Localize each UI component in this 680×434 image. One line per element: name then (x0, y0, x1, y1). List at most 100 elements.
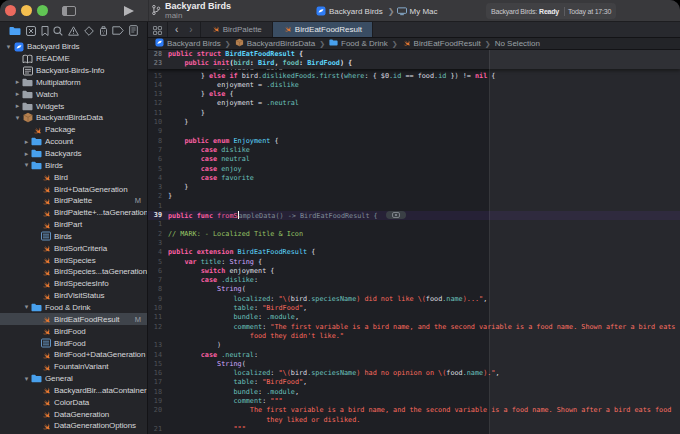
code-line[interactable]: 20 The first variable is a bird name, an… (148, 406, 680, 415)
code-line[interactable]: 2// MARK: - Localized Title & Icon (148, 230, 680, 239)
tree-item-birdfood-datageneration[interactable]: BirdFood+DataGeneration (0, 349, 147, 361)
tree-item-backyards[interactable]: ▸Backyards (0, 148, 147, 160)
navigator-report-icon[interactable] (129, 25, 138, 36)
navigator-warning-icon[interactable] (68, 26, 79, 36)
tree-item-bird-datageneration[interactable]: Bird+DataGeneration (0, 183, 147, 195)
code-line[interactable]: 14 enjoyment = .dislike (148, 81, 680, 90)
code-line[interactable]: 13 } else { (148, 90, 680, 99)
code-line[interactable]: 8 public enum Enjoyment { (148, 137, 680, 146)
scheme-device[interactable]: My Mac (410, 7, 438, 16)
tree-item-birdsortcriteria[interactable]: BirdSortCriteria (0, 242, 147, 254)
code-line[interactable]: 9 localized: "\(bird.speciesName) did no… (148, 295, 680, 304)
navigator-diamond-icon[interactable] (84, 26, 94, 36)
tree-item-birdvisitstatus[interactable]: BirdVisitStatus (0, 290, 147, 302)
navigator-tag-icon[interactable] (112, 26, 124, 35)
code-line[interactable]: 3 } (148, 183, 680, 192)
code-line[interactable]: 11 bundle: .module, (148, 313, 680, 322)
disclosure-chevron-icon[interactable]: ▾ (4, 43, 13, 51)
code-line[interactable]: 16 localized: "\(bird.speciesName) had n… (148, 369, 680, 378)
code-line[interactable]: 10 table: "BirdFood", (148, 304, 680, 313)
tree-item-birdspecies-tageneration[interactable]: BirdSpecies...taGeneration (0, 266, 147, 278)
navigator-xsquare-icon[interactable] (26, 26, 36, 36)
breadcrumb-item[interactable]: Backyard Birds (155, 38, 221, 49)
tree-item-package[interactable]: Package (0, 124, 147, 136)
code-line[interactable]: 3 (148, 239, 680, 248)
disclosure-chevron-icon[interactable]: ▾ (13, 114, 22, 122)
scheme-name[interactable]: Backyard Birds (329, 7, 383, 16)
code-line[interactable]: 14 case .neutral: (148, 351, 680, 360)
navigator-folder-icon[interactable] (9, 26, 21, 36)
tree-item-colordata[interactable]: ColorData (0, 396, 147, 408)
sidebar-toggle-icon[interactable] (62, 6, 76, 16)
code-line[interactable]: 1 (148, 220, 680, 229)
code-line[interactable]: 19 comment: """ (148, 397, 680, 406)
editor-tab-birdpalette[interactable]: BirdPalette (201, 22, 273, 37)
scheme-selector[interactable]: Backyard Birds ❯ My Mac (316, 0, 441, 22)
code-line[interactable]: 8 String( (148, 285, 680, 294)
code-line[interactable]: 28public struct BirdEatFoodResult { (148, 50, 680, 59)
code-line[interactable]: 15 String( (148, 360, 680, 369)
code-line[interactable]: 18 bundle: .module, (148, 388, 680, 397)
tree-item-birdeatfoodresult[interactable]: BirdEatFoodResultM (0, 313, 147, 325)
minimize-button[interactable] (21, 5, 32, 16)
code-line[interactable]: 7 case dislike (148, 146, 680, 155)
tree-item-birdpart[interactable]: BirdPart (0, 219, 147, 231)
tree-item-watch[interactable]: ▸Watch (0, 88, 147, 100)
code-line[interactable]: 21 """ (148, 425, 680, 434)
breadcrumb-item[interactable]: BackyardBirdsData (235, 38, 315, 49)
disclosure-chevron-icon[interactable]: ▸ (13, 102, 22, 110)
code-line[interactable]: 11 } (148, 109, 680, 118)
tree-item-bird[interactable]: Bird (0, 171, 147, 183)
tree-item-datageneration[interactable]: DataGeneration (0, 408, 147, 420)
code-line[interactable]: 12 enjoyment = .neutral (148, 99, 680, 108)
code-line[interactable]: 5 var title: String { (148, 258, 680, 267)
disclosure-chevron-icon[interactable]: ▾ (22, 303, 31, 311)
disclosure-chevron-icon[interactable]: ▸ (13, 78, 22, 86)
code-line[interactable]: 9 (148, 127, 680, 136)
tree-item-backyard-birds[interactable]: ▾Backyard Birds (0, 41, 147, 53)
code-line[interactable]: they liked or disliked. (148, 416, 680, 425)
code-line[interactable]: 7 case .dislike: (148, 276, 680, 285)
code-line[interactable]: 13 ) (148, 341, 680, 350)
back-icon[interactable]: ‹ (175, 24, 178, 35)
code-line[interactable]: 15 } else if bird.dislikedFoods.first(wh… (148, 72, 680, 81)
navigator-search-icon[interactable] (53, 26, 63, 36)
code-line[interactable]: 10 } (148, 118, 680, 127)
code-line[interactable]: 1 (148, 202, 680, 211)
tree-item-food-drink[interactable]: ▾Food & Drink (0, 302, 147, 314)
navigator-bookmark-icon[interactable] (41, 26, 49, 36)
tree-item-backyardbirdsdata[interactable]: ▾BackyardBirdsData (0, 112, 147, 124)
tree-item-backyardbir-atacontainer[interactable]: BackyardBir...ataContainer (0, 384, 147, 396)
tree-item-general[interactable]: ▾General (0, 373, 147, 385)
code-line[interactable]: 2} (148, 192, 680, 201)
run-button[interactable] (124, 6, 134, 16)
code-line[interactable]: 17 table: "BirdFood", (148, 378, 680, 387)
tree-item-birdpalette-tageneration[interactable]: BirdPalette+...taGeneration (0, 207, 147, 219)
close-button[interactable] (5, 5, 16, 16)
tree-item-readme[interactable]: README (0, 53, 147, 65)
editor-tab-birdeatfoodresult[interactable]: BirdEatFoodResult (273, 22, 373, 37)
tree-item-datagenerationoptions[interactable]: DataGenerationOptions (0, 420, 147, 432)
navigator-spray-icon[interactable] (99, 25, 108, 36)
code-line[interactable]: food they didn't like." (148, 332, 680, 341)
tree-item-birdspecies[interactable]: BirdSpecies (0, 254, 147, 266)
code-line[interactable]: 23 public init(bird: Bird, food: BirdFoo… (148, 59, 680, 68)
zoom-button[interactable] (37, 5, 48, 16)
code-line[interactable]: 5 case enjoy (148, 165, 680, 174)
forward-icon[interactable]: › (189, 24, 192, 35)
code-line[interactable]: 6 switch enjoyment { (148, 267, 680, 276)
code-line[interactable]: 4public extension BirdEatFoodResult { (148, 248, 680, 257)
tree-item-birdspeciesinfo[interactable]: BirdSpeciesInfo (0, 278, 147, 290)
tree-item-birds[interactable]: ▾Birds (0, 159, 147, 171)
disclosure-chevron-icon[interactable]: ▸ (22, 150, 31, 158)
completion-hint-pill[interactable] (386, 211, 406, 219)
tree-item-birds[interactable]: Birds (0, 231, 147, 243)
tree-item-fountainvariant[interactable]: FountainVariant (0, 361, 147, 373)
disclosure-chevron-icon[interactable]: ▸ (13, 90, 22, 98)
breadcrumb-item[interactable]: No Selection (495, 39, 540, 48)
tree-item-multiplatform[interactable]: ▸Multiplatform (0, 77, 147, 89)
code-line[interactable]: 39public func fromSampleData() -> BirdEa… (148, 211, 680, 220)
tree-item-birdfood[interactable]: BirdFood (0, 337, 147, 349)
code-line[interactable]: 12 comment: "The first variable is a bir… (148, 323, 680, 332)
tree-item-birdpalette[interactable]: BirdPaletteM (0, 195, 147, 207)
